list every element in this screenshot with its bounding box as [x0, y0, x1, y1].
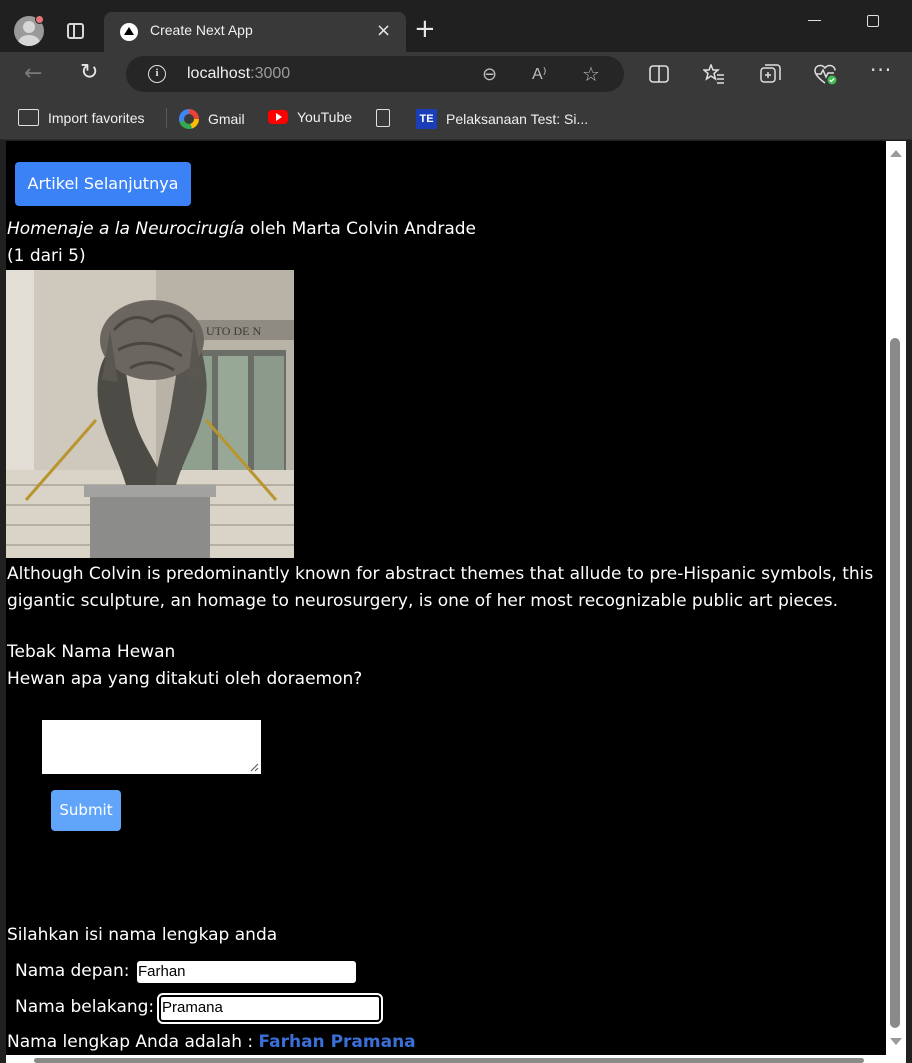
collections-icon[interactable]: [760, 64, 781, 85]
tab-actions-button[interactable]: [64, 20, 88, 44]
document-icon: [376, 109, 390, 127]
back-arrow-icon[interactable]: ←: [24, 61, 42, 86]
refresh-icon[interactable]: ↻: [80, 60, 98, 85]
browser-essentials-heart-icon[interactable]: [814, 64, 838, 86]
bookmark-label: Pelaksanaan Test: Si...: [446, 111, 589, 127]
page-viewport: Artikel Selanjutnya Homenaje a la Neuroc…: [6, 141, 886, 1063]
favorites-list-icon[interactable]: [703, 64, 725, 84]
first-name-input[interactable]: Farhan: [137, 961, 356, 983]
window-maximize-icon[interactable]: [867, 15, 879, 27]
vertical-tabs-icon: [67, 23, 84, 39]
address-bar[interactable]: i localhost:3000 ⊖ A⁾ ☆: [126, 56, 624, 92]
artwork-heading: Homenaje a la Neurocirugía oleh Marta Co…: [7, 219, 476, 239]
artwork-artist: oleh Marta Colvin Andrade: [244, 219, 476, 239]
tab-close-icon[interactable]: ×: [376, 20, 391, 41]
split-screen-icon[interactable]: [649, 65, 669, 83]
horizontal-scroll-thumb[interactable]: [34, 1058, 864, 1063]
full-name-result: Nama lengkap Anda adalah : Farhan Praman…: [7, 1032, 416, 1052]
url-text[interactable]: localhost:3000: [187, 65, 290, 83]
first-name-label: Nama depan:: [15, 961, 130, 981]
artwork-image: UTO DE N: [6, 270, 294, 558]
result-full-name: Farhan Pramana: [258, 1032, 416, 1052]
import-icon: [18, 109, 39, 126]
artwork-description: Although Colvin is predominantly known f…: [7, 564, 874, 611]
browser-toolbar: ← ↻ i localhost:3000 ⊖ A⁾ ☆ ···: [0, 52, 912, 98]
bookmark-document[interactable]: [376, 109, 390, 127]
bookmarks-bar: Import favorites Gmail YouTube TE Pelaks…: [0, 98, 912, 140]
tab-active[interactable]: Create Next App ×: [104, 12, 406, 52]
url-port: :3000: [250, 65, 291, 82]
answer-textarea[interactable]: [42, 720, 261, 774]
quiz-question: Hewan apa yang ditakuti oleh doraemon?: [7, 669, 363, 689]
bookmark-pelaksanaan-test[interactable]: TE Pelaksanaan Test: Si...: [416, 109, 588, 129]
youtube-icon: [268, 110, 288, 124]
scroll-up-arrow-icon[interactable]: [890, 150, 902, 157]
google-icon: [179, 109, 199, 129]
bookmark-label: Gmail: [208, 111, 245, 127]
vertical-scrollbar[interactable]: [886, 141, 906, 1063]
quiz-title: Tebak Nama Hewan: [7, 642, 176, 662]
zoom-out-icon[interactable]: ⊖: [482, 64, 497, 85]
url-host: localhost: [187, 65, 251, 82]
bookmark-import-favorites[interactable]: Import favorites: [18, 109, 144, 126]
bookmark-label: YouTube: [297, 109, 353, 125]
nextjs-favicon-icon: [120, 23, 138, 41]
scroll-down-arrow-icon[interactable]: [890, 1038, 902, 1045]
sculpture-photo: UTO DE N: [6, 270, 294, 558]
artwork-title: Homenaje a la Neurocirugía: [7, 219, 245, 239]
bookmark-label: Import favorites: [48, 109, 145, 126]
add-favorite-star-icon[interactable]: ☆: [582, 62, 600, 86]
read-aloud-icon[interactable]: A⁾: [532, 64, 547, 84]
window-minimize-icon[interactable]: [808, 20, 821, 21]
last-name-input[interactable]: Pramana: [157, 993, 383, 1024]
window-frame-edge: [906, 141, 912, 1063]
artwork-counter: (1 dari 5): [7, 246, 86, 266]
svg-text:UTO DE N: UTO DE N: [206, 324, 261, 338]
next-article-button[interactable]: Artikel Selanjutnya: [15, 162, 191, 206]
browser-window: Create Next App × + ← ↻ i localhost:3000…: [0, 0, 912, 1063]
last-name-label: Nama belakang:: [15, 997, 155, 1017]
site-info-icon[interactable]: i: [148, 65, 166, 83]
bookmark-gmail[interactable]: Gmail: [179, 109, 245, 129]
te-icon: TE: [416, 109, 437, 129]
tab-strip: Create Next App × +: [0, 0, 912, 52]
submit-button[interactable]: Submit: [51, 790, 121, 831]
profile-notification-dot: [35, 15, 44, 24]
result-label: Nama lengkap Anda adalah :: [7, 1032, 259, 1052]
name-prompt: Silahkan isi nama lengkap anda: [7, 925, 278, 945]
new-tab-icon[interactable]: +: [414, 15, 436, 43]
vertical-scroll-thumb[interactable]: [890, 338, 900, 1028]
more-options-icon[interactable]: ···: [870, 58, 892, 82]
bookmarks-divider: [166, 108, 167, 128]
resize-grip-icon[interactable]: [250, 763, 259, 772]
horizontal-scrollbar[interactable]: [6, 1055, 886, 1063]
tab-title: Create Next App: [150, 22, 253, 38]
bookmark-youtube[interactable]: YouTube: [268, 109, 352, 125]
